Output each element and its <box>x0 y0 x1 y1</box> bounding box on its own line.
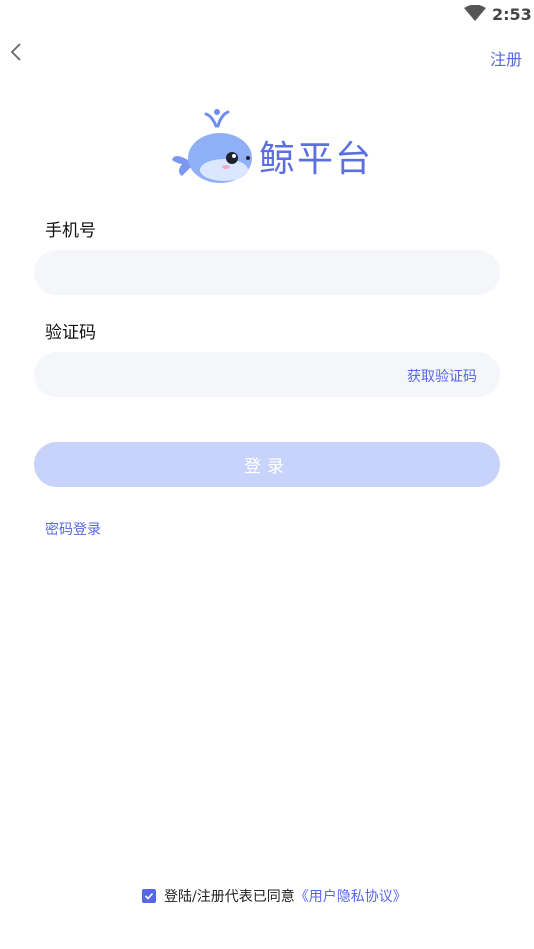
code-label: 验证码 <box>45 323 96 343</box>
phone-label: 手机号 <box>45 221 96 241</box>
password-login-link[interactable]: 密码登录 <box>45 519 101 539</box>
login-button[interactable]: 登录 <box>34 442 500 487</box>
status-bar: 2:53 <box>0 0 534 30</box>
privacy-agreement-link[interactable]: 《用户隐私协议》 <box>295 886 407 906</box>
agreement-checkbox[interactable] <box>142 889 156 903</box>
status-time: 2:53 <box>492 5 532 24</box>
register-link[interactable]: 注册 <box>490 46 522 70</box>
whale-logo-icon <box>172 109 252 183</box>
wifi-icon <box>464 5 486 21</box>
phone-input[interactable] <box>34 250 500 295</box>
agreement-text: 登陆/注册代表已同意 <box>164 889 295 905</box>
brand-name: 鲸平台 <box>259 139 374 180</box>
agreement-row: 登陆/注册代表已同意 《用户隐私协议》 <box>142 886 407 906</box>
get-code-button[interactable]: 获取验证码 <box>407 366 477 386</box>
back-arrow-icon[interactable] <box>6 40 28 64</box>
check-icon <box>144 892 154 900</box>
